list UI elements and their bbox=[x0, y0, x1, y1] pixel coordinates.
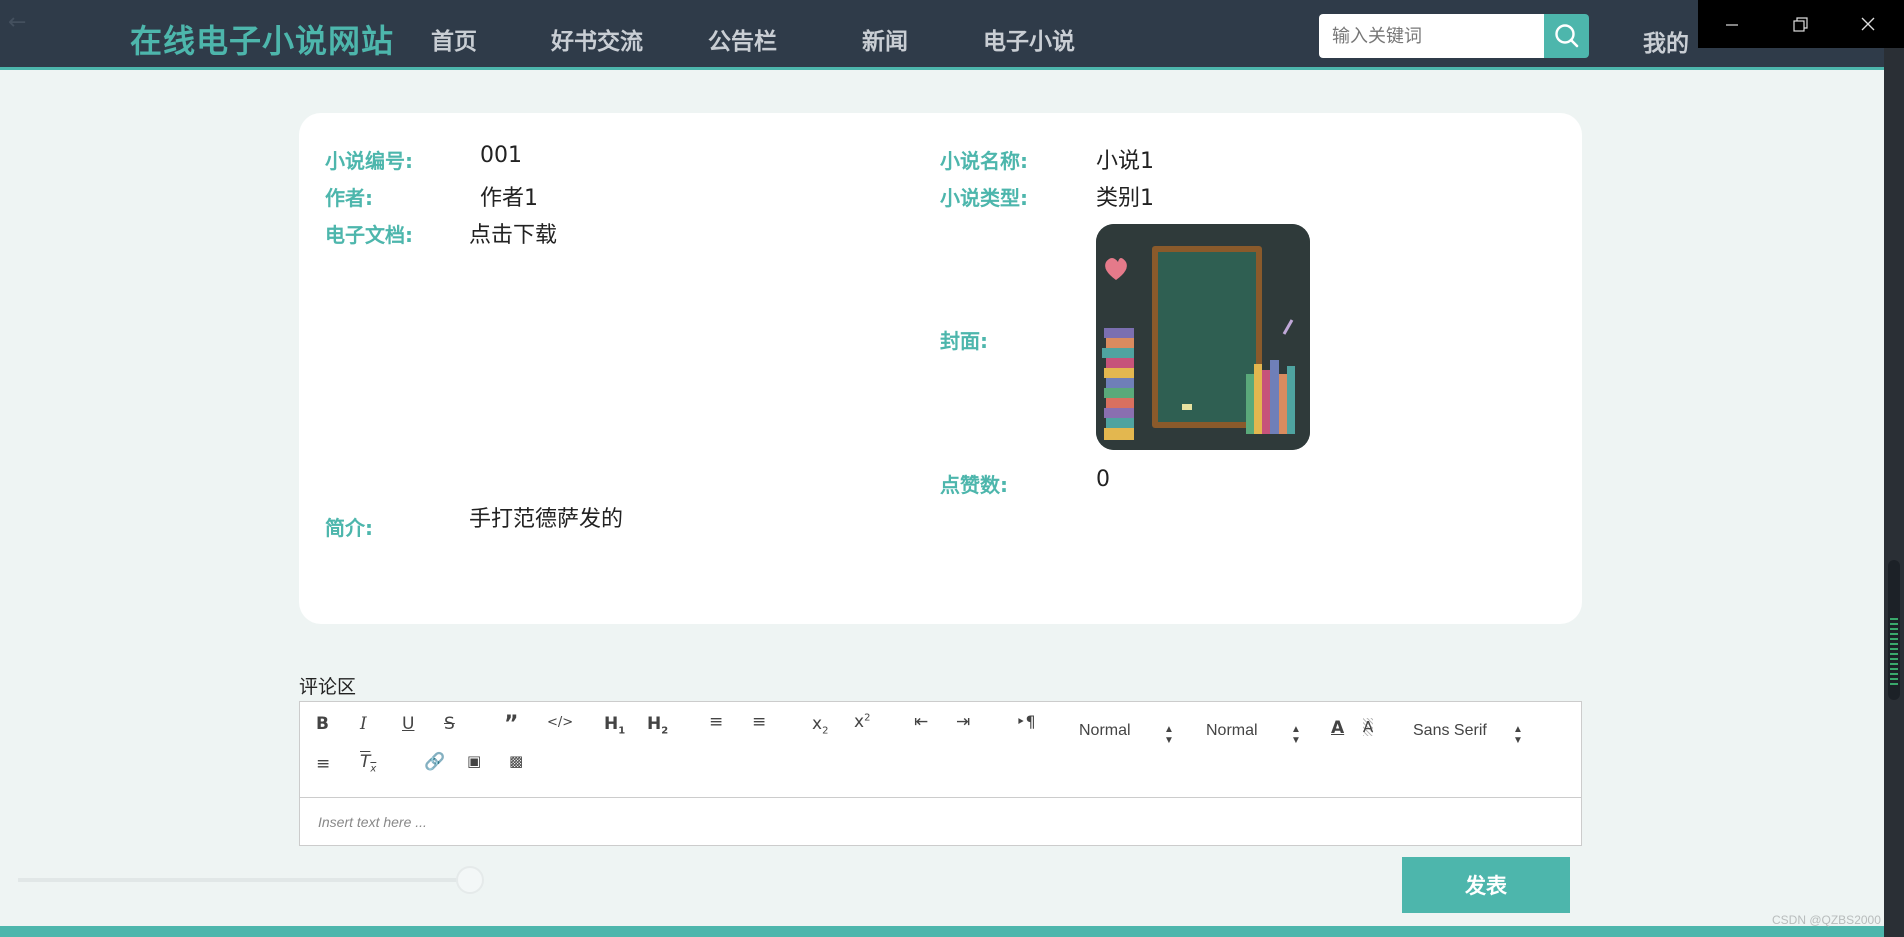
slider-track[interactable] bbox=[18, 878, 470, 882]
ordered-list-icon[interactable]: ≡ bbox=[709, 712, 723, 732]
user-menu[interactable]: 我的 bbox=[1643, 24, 1689, 58]
nav-home[interactable]: 首页 bbox=[431, 22, 477, 56]
bold-button[interactable]: B bbox=[316, 714, 329, 734]
nav-news[interactable]: 新闻 bbox=[862, 22, 908, 56]
site-brand[interactable]: 在线电子小说网站 bbox=[130, 16, 394, 62]
nav-ebooks[interactable]: 电子小说 bbox=[983, 22, 1075, 56]
code-block-icon[interactable]: </> bbox=[547, 715, 573, 730]
size-select-value: Normal bbox=[1206, 722, 1258, 739]
vertical-scrollbar[interactable] bbox=[1884, 48, 1904, 937]
novel-id-label: 小说编号: bbox=[325, 149, 413, 173]
novel-type-label: 小说类型: bbox=[940, 186, 1028, 210]
text-direction-icon[interactable]: ‣¶ bbox=[1016, 712, 1036, 731]
nav-book-exchange[interactable]: 好书交流 bbox=[551, 22, 643, 56]
nav-bulletin[interactable]: 公告栏 bbox=[708, 22, 777, 56]
indent-icon[interactable]: ⇥ bbox=[956, 712, 970, 732]
novel-type-value: 类别1 bbox=[1096, 186, 1154, 211]
editor-toolbar: B I U S ” </> H1 H2 ≡ ≡ x2 x2 ⇤ ⇥ ‣¶ Nor… bbox=[300, 702, 1581, 798]
clear-format-icon[interactable]: Tx bbox=[360, 752, 376, 774]
search-button[interactable] bbox=[1544, 14, 1589, 58]
watermark: CSDN @QZBS2000 bbox=[1772, 913, 1881, 927]
video-icon[interactable]: ▩ bbox=[509, 752, 523, 770]
novel-name-label: 小说名称: bbox=[940, 149, 1028, 173]
likes-label: 点赞数: bbox=[940, 473, 1008, 497]
ebook-file-label: 电子文档: bbox=[325, 223, 413, 247]
search-input[interactable] bbox=[1319, 14, 1544, 58]
top-navbar: ← 在线电子小说网站 首页 好书交流 公告栏 新闻 电子小说 我的 bbox=[0, 0, 1904, 70]
background-color-icon[interactable]: A bbox=[1363, 718, 1374, 736]
cover-image bbox=[1096, 224, 1310, 450]
close-button[interactable] bbox=[1834, 0, 1902, 48]
link-icon[interactable]: 🔗 bbox=[424, 752, 445, 772]
underline-button[interactable]: U bbox=[402, 714, 414, 734]
size-select[interactable]: Normal ▲ ▼ bbox=[1206, 722, 1301, 746]
header-select[interactable]: Normal ▲ ▼ bbox=[1079, 722, 1174, 746]
slider-handle[interactable] bbox=[456, 866, 484, 894]
select-caret-icon: ▲ ▼ bbox=[1291, 724, 1301, 746]
select-caret-icon: ▲ ▼ bbox=[1164, 724, 1174, 746]
back-arrow-icon[interactable]: ← bbox=[8, 10, 26, 35]
align-icon[interactable]: ≡ bbox=[316, 754, 330, 774]
comment-section-title: 评论区 bbox=[299, 676, 357, 698]
novel-id-value: 001 bbox=[480, 143, 522, 168]
italic-button[interactable]: I bbox=[360, 714, 367, 734]
superscript-button[interactable]: x2 bbox=[854, 712, 870, 732]
cover-label: 封面: bbox=[940, 329, 988, 353]
intro-label: 简介: bbox=[325, 516, 373, 540]
image-icon[interactable]: ▣ bbox=[467, 752, 481, 770]
likes-value: 0 bbox=[1096, 467, 1110, 492]
font-select[interactable]: Sans Serif ▲ ▼ bbox=[1413, 722, 1523, 746]
minimize-icon bbox=[1726, 24, 1738, 26]
restore-button[interactable] bbox=[1766, 0, 1834, 48]
blockquote-icon[interactable]: ” bbox=[504, 712, 518, 737]
submit-comment-button[interactable]: 发表 bbox=[1402, 857, 1570, 913]
minimize-button[interactable] bbox=[1698, 0, 1766, 48]
subscript-button[interactable]: x2 bbox=[812, 714, 828, 736]
close-icon bbox=[1861, 17, 1875, 31]
download-link[interactable]: 点击下载 bbox=[469, 217, 557, 249]
search-icon bbox=[1555, 24, 1579, 48]
outdent-icon[interactable]: ⇤ bbox=[914, 712, 928, 732]
comment-editor: B I U S ” </> H1 H2 ≡ ≡ x2 x2 ⇤ ⇥ ‣¶ Nor… bbox=[299, 701, 1582, 846]
select-caret-icon: ▲ ▼ bbox=[1513, 724, 1523, 746]
novel-name-value: 小说1 bbox=[1096, 149, 1154, 174]
footer-bar bbox=[0, 926, 1884, 937]
scroll-grip-icon bbox=[1890, 618, 1898, 688]
window-controls bbox=[1698, 0, 1904, 48]
novel-detail-card: 小说编号: 001 小说名称: 小说1 作者: 作者1 小说类型: 类别1 电子… bbox=[299, 113, 1582, 624]
restore-icon bbox=[1793, 17, 1808, 32]
author-value: 作者1 bbox=[480, 186, 538, 211]
heading2-button[interactable]: H2 bbox=[647, 714, 668, 736]
comment-input[interactable]: Insert text here ... bbox=[318, 814, 427, 830]
strikethrough-button[interactable]: S bbox=[444, 714, 455, 734]
author-label: 作者: bbox=[325, 186, 373, 210]
heading1-button[interactable]: H1 bbox=[604, 714, 625, 736]
header-select-value: Normal bbox=[1079, 722, 1131, 739]
bullet-list-icon[interactable]: ≡ bbox=[752, 712, 766, 732]
font-color-icon[interactable]: A bbox=[1331, 718, 1344, 738]
intro-value: 手打范德萨发的 bbox=[469, 507, 624, 532]
font-select-value: Sans Serif bbox=[1413, 722, 1487, 739]
